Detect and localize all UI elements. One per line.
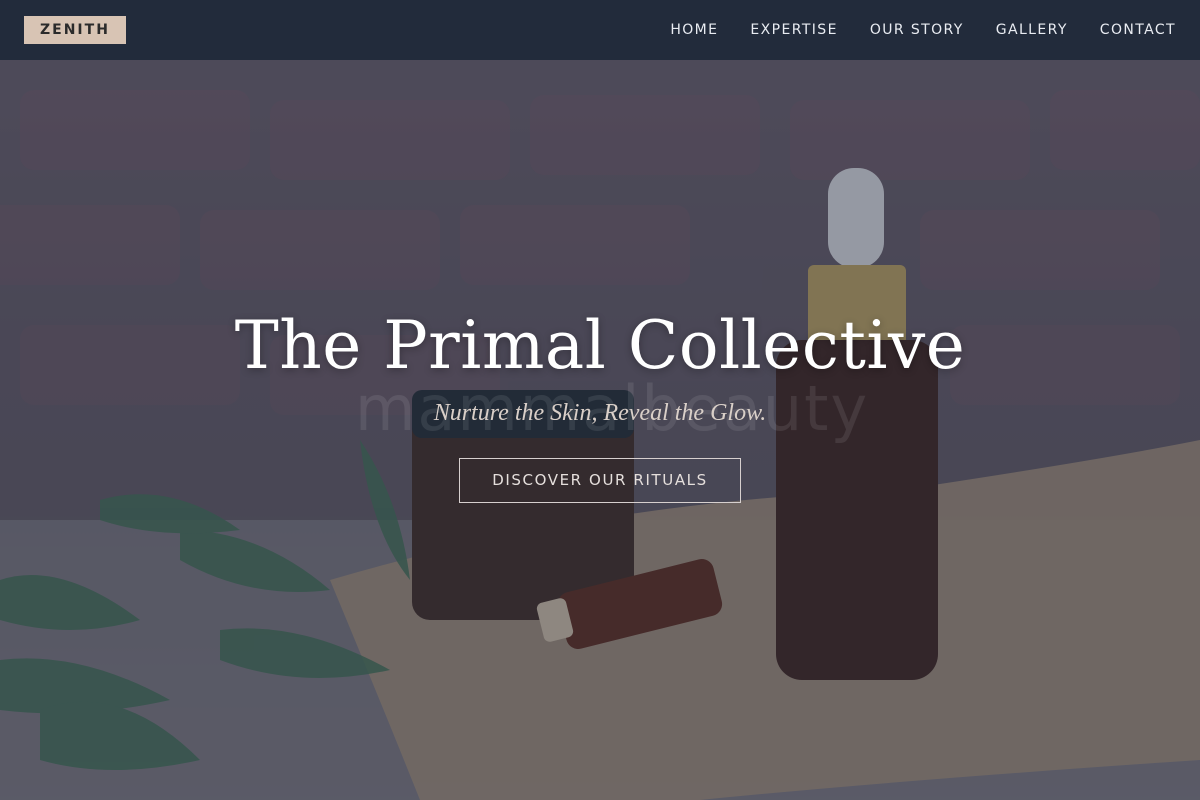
discover-rituals-button[interactable]: DISCOVER OUR RITUALS [459,458,741,503]
brand-logo[interactable]: ZENITH [24,16,126,44]
nav-link-our-story[interactable]: OUR STORY [870,22,964,38]
nav-link-home[interactable]: HOME [670,22,718,38]
hero-section: mammalbeauty The Primal Collective Nurtu… [0,60,1200,800]
hero-subtitle: Nurture the Skin, Reveal the Glow. [433,400,767,426]
main-nav: HOME EXPERTISE OUR STORY GALLERY CONTACT [670,0,1176,60]
site-header: ZENITH HOME EXPERTISE OUR STORY GALLERY … [0,0,1200,60]
nav-link-expertise[interactable]: EXPERTISE [750,22,837,38]
nav-link-gallery[interactable]: GALLERY [996,22,1068,38]
hero-title: The Primal Collective [234,307,966,384]
hero-content: The Primal Collective Nurture the Skin, … [0,60,1200,800]
nav-link-contact[interactable]: CONTACT [1100,22,1176,38]
